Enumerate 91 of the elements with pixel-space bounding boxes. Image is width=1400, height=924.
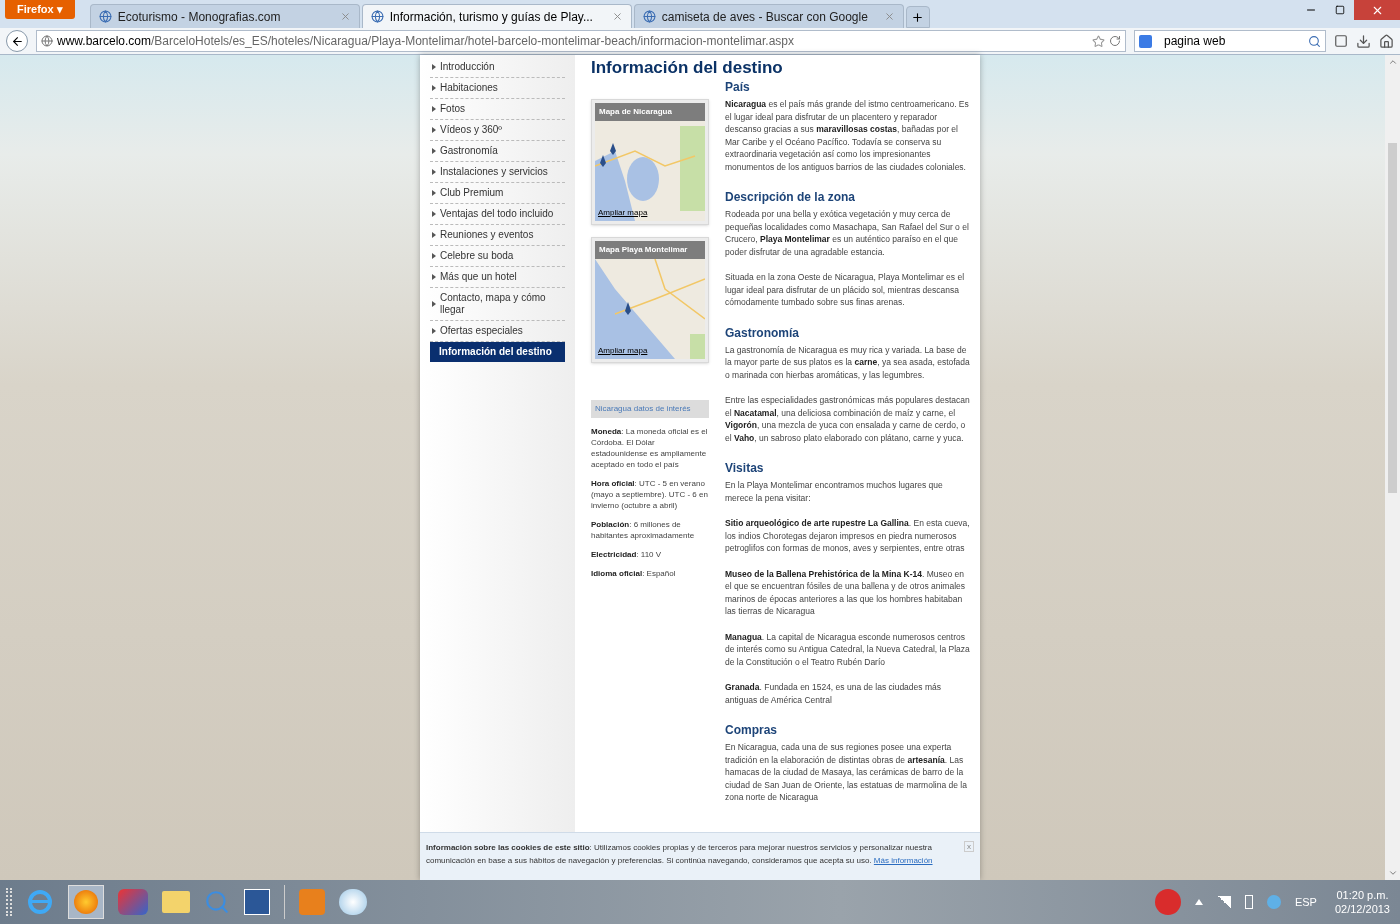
address-bar[interactable]: www.barcelo.com/BarceloHotels/es_ES/hoteles/Nicaragua/Playa-Montelimar/hotel-barcelo-montelimar-beach/informacion-montelimar.aspx <box>36 30 1126 52</box>
battery-icon[interactable] <box>1244 895 1253 909</box>
fact-text: Hora oficial: UTC - 5 en verano (mayo a septiembre). UTC - 6 en invierno (octubre a abril) <box>591 478 709 511</box>
chevron-icon <box>432 274 436 280</box>
section-paragraph: Granada. Fundada en 1524, es una de las ciudades más antiguas de América Central <box>725 681 942 706</box>
tray-arrow-icon[interactable] <box>1194 899 1203 905</box>
restore-icon <box>1335 5 1345 15</box>
facts-heading: Nicaragua datos de interés <box>591 400 709 418</box>
site-icon <box>370 10 384 23</box>
download-icon[interactable] <box>1356 33 1371 49</box>
network-icon[interactable] <box>1266 895 1281 909</box>
search-field[interactable]: pagina web <box>1134 30 1326 52</box>
section-paragraph: Entre las especialidades gastronómicas más populares destacan el Nacatamal, una deliciosa combinación de maíz y carne, el Vigorón, una mezcla de yuca con ensalada y carne de cerdo, o el Vaho, un sabroso plato elaborado con plátano, carne y yuca. <box>725 394 971 444</box>
close-tab-icon[interactable] <box>339 11 351 22</box>
section-paragraph: Situada en la zona Oeste de Nicaragua, Playa Montelimar es el lugar ideal para disfrutar de un plácido sol, mientras descansa cómodamente tumbado sobre sus finas arenas. <box>725 271 966 309</box>
section-paragraph: Nicaragua es el país más grande del istmo centroamericano. Es el lugar ideal para disfrutar de un placentero y reparador descanso gracias a sus maravillosas costas, bañadas por el Mar Caribe y el Océano Pacífico. Todavía se conserva su extraordinaria vegetación así como los impresionantes monumentos de los antiguos barrios de las ciudades coloniales. <box>725 98 970 173</box>
sidebar-link[interactable]: Vídeos y 360º <box>430 120 565 141</box>
alert-icon[interactable] <box>1154 889 1181 915</box>
plus-icon <box>911 10 925 24</box>
close-tab-icon[interactable] <box>611 11 623 22</box>
enlarge-map-link[interactable]: Ampliar mapa <box>598 345 648 357</box>
sidebar-link[interactable]: Habitaciones <box>430 78 565 99</box>
reload-icon[interactable] <box>1109 35 1121 47</box>
section-paragraph: En la Playa Montelimar encontramos muchos lugares que merece la pena visitar: <box>725 479 944 504</box>
chevron-icon <box>432 148 436 154</box>
site-icon <box>642 10 656 23</box>
sidebar-link[interactable]: Gastronomía <box>430 141 565 162</box>
clock[interactable]: 01:20 p.m. 02/12/2013 <box>1330 888 1394 916</box>
chevron-icon <box>432 232 436 238</box>
fact-text: Idioma oficial: Español <box>591 568 677 579</box>
chevron-icon <box>432 127 436 133</box>
chevron-icon <box>432 301 436 307</box>
map-title: Mapa de Nicaragua <box>595 103 705 121</box>
close-tab-icon[interactable] <box>883 11 895 22</box>
search-value: pagina web <box>1164 33 1227 50</box>
sidebar-link[interactable]: Club Premium <box>430 183 565 204</box>
section-paragraph: Rodeada por una bella y exótica vegetación y muy cerca de pequeñas localidades como Masachapa, San Rafael del Sur o el Crucero, Playa Montelimar es un auténtico paraíso en el que poder disfrutar de una agradable estancia. <box>725 208 970 258</box>
back-button[interactable] <box>6 30 28 52</box>
more-info-link[interactable]: Más información <box>873 856 933 865</box>
search-icon[interactable] <box>1308 34 1321 48</box>
chevron-icon <box>432 190 436 196</box>
sidebar-link[interactable]: Más que un hotel <box>430 267 565 288</box>
section-paragraph: Museo de la Ballena Prehistórica de la Mina K-14. Museo en el que se encuentran fósiles de una ballena y de otros animales marinos de épocas anteriores a las que los hombres habitaban las tierras de Nicaragua <box>725 567 967 618</box>
sidebar-link[interactable]: Información del destino <box>430 342 565 362</box>
chevron-icon <box>432 253 436 259</box>
sidebar-link[interactable]: Ventajas del todo incluido <box>430 204 565 225</box>
chevron-icon <box>432 64 436 70</box>
section-paragraph: La gastronomía de Nicaragua es muy rica y variada. La base de la mayor parte de sus platos es la carne, ya sea asada, estofada o marinada con hierbas aromáticas, y las legumbres. <box>725 343 971 381</box>
grip-icon <box>6 888 12 916</box>
firefox-icon[interactable] <box>68 885 104 919</box>
scroll-thumb[interactable] <box>1388 142 1397 493</box>
map-title: Mapa Playa Montelimar <box>595 241 705 259</box>
browser-tab[interactable]: Información, turismo y guías de Play... <box>361 4 632 28</box>
scroll-up-icon[interactable] <box>1387 57 1398 67</box>
chevron-icon <box>432 211 436 217</box>
home-icon[interactable] <box>1379 33 1394 49</box>
bookmark-star-icon[interactable] <box>1092 34 1105 48</box>
sidebar-link[interactable]: Introducción <box>430 57 565 78</box>
fact-text: Moneda: La moneda oficial es el Córdoba. El Dólar estadounidense es ampliamente aceptado en todo el país <box>591 426 709 470</box>
sidebar-link[interactable]: Celebre su boda <box>430 246 565 267</box>
fact-text: Electricidad: 110 V <box>591 549 663 560</box>
page-title: Información del destino <box>591 57 784 79</box>
chevron-icon <box>432 328 436 334</box>
site-icon <box>98 10 112 23</box>
chevron-icon <box>432 169 436 175</box>
back-arrow-icon <box>10 34 24 48</box>
chevron-icon <box>432 106 436 112</box>
section-paragraph: Managua. La capital de Nicaragua esconde numerosos centros de interés como su Antigua Catedral, la Nueva Catedral, la Plaza de la Constitución o el Teatro Rubén Darío <box>725 630 971 668</box>
section-heading: Descripción de la zona <box>725 189 857 205</box>
globe-icon <box>41 35 53 47</box>
section-heading: Gastronomía <box>725 324 800 341</box>
section-paragraph: Sitio arqueológico de arte rupestre La Gallina. En esta cueva, los indios Chorotegas dejaron impresos en piedra numerosos petroglifos con formas de monos, aves y serpientes, entre otras <box>725 517 971 555</box>
section-heading: Compras <box>725 722 778 738</box>
chevron-icon <box>432 85 436 91</box>
section-paragraph: En Nicaragua, cada una de sus regiones posee una experta tradición en la elaboración de distintas obras de artesanía. Las hamacas de la ciudad de Masaya, las cerámicas de barro de la ciudad de San Juan de Oriente, las estatuas de marmolina de la zona norte de Nicaragua <box>725 741 968 804</box>
new-tab-button[interactable] <box>905 6 930 28</box>
fact-text: Población: 6 millones de habitantes aproximadamente <box>591 519 696 541</box>
section-heading: Visitas <box>725 460 765 476</box>
sidebar-link[interactable]: Contacto, mapa y cómo llegar <box>430 288 565 321</box>
section-heading: País <box>725 79 751 95</box>
document-icon[interactable] <box>244 889 270 915</box>
sidebar-link[interactable]: Instalaciones y servicios <box>430 162 565 183</box>
browser-tab[interactable]: Ecoturismo - Monografias.com <box>89 4 360 28</box>
google-logo-icon <box>1139 34 1152 48</box>
sidebar-link[interactable]: Reuniones y eventos <box>430 225 565 246</box>
enlarge-map-link[interactable]: Ampliar mapa <box>598 207 648 219</box>
sidebar-link[interactable]: Fotos <box>430 99 565 120</box>
browser-tab[interactable]: camiseta de aves - Buscar con Google <box>633 4 904 28</box>
cookie-text: Información sobre las cookies de este sitio: Utilizamos cookies propias y de terceros para mejorar nuestros servicios y personalizar nuestra comunicación en base a sus hábitos de navegación y preferencias. Si continúa navegando, consideramos que acepta su uso. Más información <box>426 842 934 867</box>
url-text: www.barcelo.com/BarceloHotels/es_ES/hoteles/Nicaragua/Playa-Montelimar/hotel-barcelo-montelimar-beach/informacion-montelimar.aspx <box>57 33 795 50</box>
scroll-down-icon[interactable] <box>1387 868 1398 878</box>
